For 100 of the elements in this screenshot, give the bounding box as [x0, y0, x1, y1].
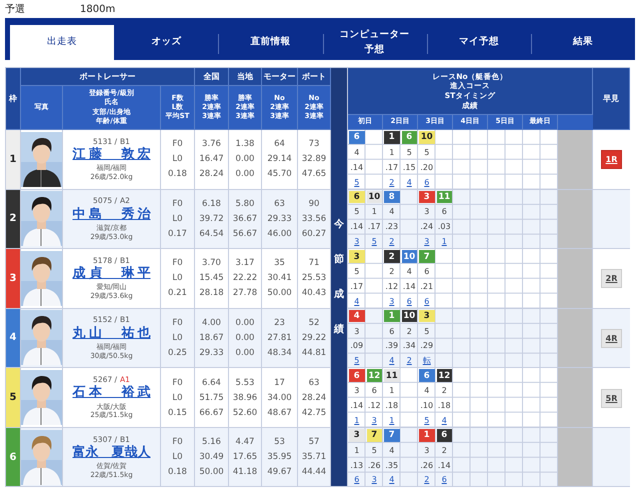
- racer-name-link[interactable]: 成貞 琳平: [72, 265, 150, 284]
- result-link[interactable]: 2: [424, 475, 430, 484]
- table-cell: 23: [274, 318, 285, 328]
- result-link[interactable]: 3: [372, 475, 377, 484]
- table-cell: 71: [308, 258, 320, 268]
- result-link[interactable]: 6: [424, 296, 430, 306]
- frame-number: 1: [6, 130, 21, 190]
- frame-number: 5: [6, 368, 21, 428]
- result-link[interactable]: 6: [406, 296, 412, 306]
- result-link[interactable]: 1: [389, 416, 394, 425]
- table-cell: 52: [308, 318, 320, 328]
- start-timing: .17: [368, 222, 381, 232]
- race-distance: 1800m: [80, 4, 116, 14]
- result-link[interactable]: 4: [389, 475, 394, 484]
- start-timing: .10: [420, 400, 434, 410]
- result-link[interactable]: 5: [424, 416, 430, 425]
- start-timing: .17: [350, 282, 364, 291]
- table-cell: F0: [172, 258, 183, 268]
- course-number: 6: [442, 207, 447, 216]
- result-link[interactable]: 6: [424, 178, 430, 187]
- course-number: 1: [354, 446, 360, 455]
- table-cell: 0.15: [168, 408, 187, 418]
- result-link[interactable]: 5: [354, 356, 360, 366]
- start-timing: .21: [420, 282, 434, 291]
- racer-name-link[interactable]: 石本 裕武: [72, 384, 150, 403]
- table-cell: 90: [308, 198, 320, 209]
- table-cell: 3.76: [202, 139, 221, 150]
- tab[interactable]: 出走表: [10, 25, 114, 60]
- result-link[interactable]: 4: [442, 416, 447, 425]
- race-number: 1: [384, 310, 400, 322]
- result-link[interactable]: 4: [389, 356, 394, 366]
- result-link[interactable]: 転: [422, 355, 431, 366]
- table-cell: 5.80: [236, 198, 254, 209]
- result-link[interactable]: 1: [354, 416, 360, 425]
- table-cell: 0.18: [168, 169, 187, 180]
- column-header: 枠: [6, 68, 21, 130]
- racer-name-link[interactable]: 江藤 敦宏: [72, 146, 150, 164]
- course-number: 3: [354, 386, 360, 396]
- start-timing: .17: [385, 162, 398, 172]
- table-cell: 63: [274, 198, 285, 209]
- table-cell: 60.27: [302, 228, 326, 239]
- early-look-button[interactable]: 2R: [600, 269, 622, 288]
- racer-name-link[interactable]: 富永 夏哉人: [72, 444, 150, 462]
- start-timing: .26: [368, 460, 381, 470]
- result-link[interactable]: 3: [372, 416, 377, 425]
- shaded-column: [558, 428, 593, 488]
- result-link[interactable]: 6: [354, 475, 360, 484]
- table-cell: 36.67: [232, 214, 258, 224]
- table-cell: 16.47: [199, 154, 224, 164]
- frame-number: 3: [6, 249, 21, 309]
- tab[interactable]: 直前情報: [218, 25, 323, 60]
- table-cell: 39.72: [199, 214, 224, 224]
- table-cell: 0.00: [236, 154, 254, 164]
- column-header: ボートレーサー: [21, 68, 195, 86]
- racer-name-link[interactable]: 中島 秀治: [72, 206, 150, 224]
- tab[interactable]: オッズ: [114, 25, 218, 60]
- result-link[interactable]: 1: [442, 237, 447, 246]
- column-header: 早見: [593, 68, 630, 130]
- table-cell: 18.67: [199, 332, 224, 343]
- result-link[interactable]: 6: [442, 475, 447, 484]
- race-number: 3: [419, 310, 434, 322]
- race-number: 6: [402, 131, 417, 144]
- frame-number: 6: [6, 428, 21, 488]
- table-cell: 28.24: [199, 169, 224, 180]
- tab[interactable]: 結果: [530, 25, 636, 60]
- start-timing: .09: [350, 341, 364, 350]
- result-link[interactable]: 2: [389, 178, 394, 187]
- course-number: 6: [424, 266, 430, 276]
- table-cell: 48.67: [267, 408, 292, 418]
- result-link[interactable]: 2: [389, 237, 394, 246]
- table-cell: 30.41: [267, 273, 292, 284]
- race-number: 6: [419, 369, 434, 382]
- result-link[interactable]: 2: [406, 356, 412, 366]
- table-cell: 44.44: [302, 467, 326, 478]
- course-number: 4: [406, 266, 412, 276]
- racer-name-link[interactable]: 丸山 祐也: [72, 324, 150, 343]
- early-look-button[interactable]: 1R: [600, 150, 622, 170]
- result-link[interactable]: 3: [389, 296, 394, 306]
- table-cell: 5.53: [236, 378, 254, 388]
- table-cell: 3.17: [236, 258, 254, 268]
- result-link[interactable]: 4: [406, 178, 412, 187]
- table-cell: 0.00: [236, 348, 254, 358]
- table-cell: 0.00: [236, 169, 254, 180]
- early-look-button[interactable]: 4R: [600, 328, 622, 348]
- table-cell: 35.95: [267, 452, 292, 462]
- result-link[interactable]: 4: [354, 296, 360, 306]
- tab[interactable]: コンピューター予想: [322, 25, 427, 60]
- tab[interactable]: マイ予想: [426, 25, 531, 60]
- table-cell: 66.67: [199, 408, 224, 418]
- start-timing: .12: [368, 400, 381, 410]
- result-link[interactable]: 5: [372, 237, 377, 246]
- table-cell: 35: [274, 258, 285, 268]
- result-link[interactable]: 3: [354, 237, 360, 246]
- early-look-button[interactable]: 5R: [600, 388, 622, 408]
- table-cell: F0: [172, 378, 183, 388]
- result-link[interactable]: 5: [354, 178, 360, 187]
- table-cell: 41.18: [232, 467, 258, 478]
- course-number: 4: [354, 148, 360, 157]
- result-link[interactable]: 3: [424, 237, 430, 246]
- shaded-column: [558, 308, 593, 368]
